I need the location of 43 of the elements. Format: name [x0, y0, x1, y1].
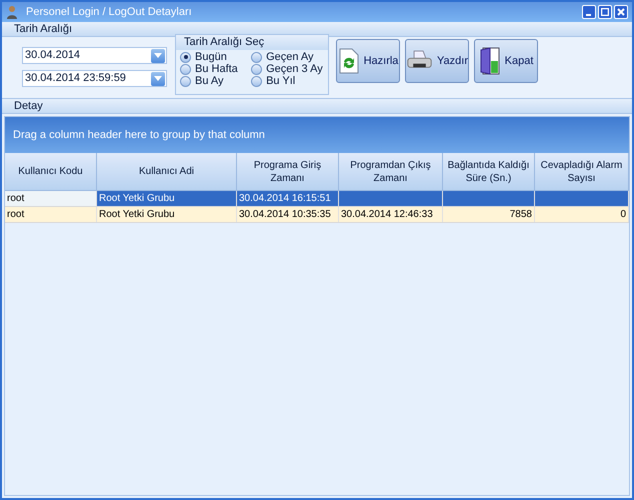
date-field[interactable]: 30.04.2014	[22, 47, 167, 64]
table-cell: 30.04.2014 12:46:33	[339, 207, 443, 222]
table-cell: 30.04.2014 16:15:51	[237, 191, 339, 206]
column-header[interactable]: Cevapladığı Alarm Sayısı	[535, 153, 629, 190]
maximize-button[interactable]	[598, 5, 612, 19]
table-row[interactable]: root Root Yetki Grubu 30.04.2014 16:15:51	[5, 191, 629, 207]
radio-option[interactable]: Bu Hafta	[180, 63, 244, 75]
column-header[interactable]: Programdan Çıkış Zamanı	[339, 153, 443, 190]
column-header[interactable]: Programa Giriş Zamanı	[237, 153, 339, 190]
window-title: Personel Login / LogOut Detayları	[26, 4, 192, 20]
column-header[interactable]: Kullanıcı Adi	[97, 153, 237, 190]
door-icon	[478, 47, 501, 75]
group-by-bar: Drag a column header here to group by that column	[5, 117, 629, 153]
radio-option[interactable]: Bugün	[180, 51, 244, 63]
toolbar-button[interactable]: Yazdır	[405, 39, 469, 83]
table-cell: Root Yetki Grubu	[97, 191, 237, 206]
date-field[interactable]: 30.04.2014 23:59:59	[22, 70, 167, 87]
table-cell: root	[5, 207, 97, 222]
maximize-icon	[601, 8, 609, 16]
radio-option[interactable]: Geçen Ay	[251, 51, 328, 63]
refresh-document-icon	[338, 48, 360, 74]
close-button[interactable]	[614, 5, 628, 19]
table-cell: Root Yetki Grubu	[97, 207, 237, 222]
dropdown-icon[interactable]	[151, 48, 165, 62]
column-header[interactable]: Bağlantıda Kaldığı Süre (Sn.)	[443, 153, 535, 190]
radio-option[interactable]: Bu Yıl	[251, 75, 328, 87]
dropdown-icon[interactable]	[151, 72, 165, 86]
table-row[interactable]: root Root Yetki Grubu 30.04.2014 10:35:35 30.04.2014 12:46:33 7858 0	[5, 207, 629, 223]
table-cell: 0	[535, 207, 629, 222]
column-header[interactable]: Kullanıcı Kodu	[5, 153, 97, 190]
table-cell: root	[5, 191, 97, 206]
section-header: Detay	[2, 98, 632, 114]
table-cell: 30.04.2014 10:35:35	[237, 207, 339, 222]
toolbar-button[interactable]: Kapat	[474, 39, 538, 83]
radio-option[interactable]: Geçen 3 Ay	[251, 63, 328, 75]
minimize-button[interactable]	[582, 5, 596, 19]
radio-option[interactable]: Bu Ay	[180, 75, 244, 87]
panel-title: Tarih Aralığı Seç	[176, 35, 328, 50]
group-header: Tarih Aralığı	[2, 22, 632, 37]
person-icon	[6, 5, 18, 19]
table-cell: 7858	[443, 207, 535, 222]
toolbar-button[interactable]: Hazırla	[336, 39, 400, 83]
close-icon	[617, 8, 625, 16]
